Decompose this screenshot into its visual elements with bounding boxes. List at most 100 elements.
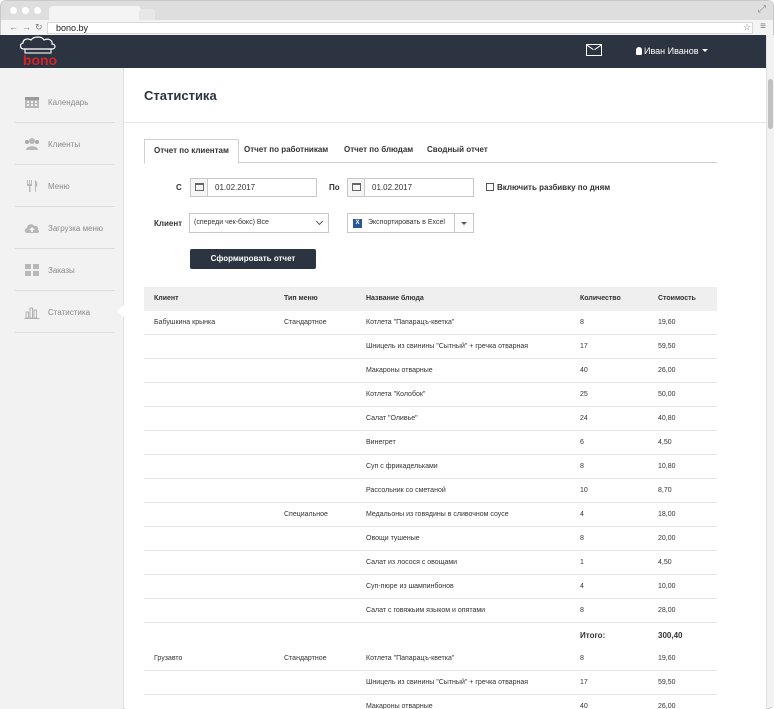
from-date-field[interactable]: 01.02.2017	[190, 178, 317, 197]
cell-cost: 26,00	[658, 703, 676, 709]
sidebar-item-calendar[interactable]: Календарь	[15, 81, 115, 123]
browser-nav-icons[interactable]: ←→↻	[9, 22, 47, 33]
cell-quantity: 17	[580, 679, 588, 686]
cell-cost: 10,80	[658, 463, 676, 470]
minimize-window-dot[interactable]	[22, 7, 29, 14]
total-row: Итого: 300,40	[144, 623, 717, 647]
cell-cost: 40,80	[658, 415, 676, 422]
client-select[interactable]: (спереди чек-бокс) Все	[189, 213, 329, 233]
table-row: Котлета "Колобок" 25 50,00	[144, 383, 717, 407]
sidebar-item-menu-upload[interactable]: Загрузка меню	[15, 207, 115, 249]
cell-cost: 4,50	[658, 439, 672, 446]
cell-quantity: 10	[580, 487, 588, 494]
cell-cost: 19,60	[658, 655, 676, 662]
page-title: Статистика	[144, 88, 217, 103]
mail-icon[interactable]	[586, 44, 602, 56]
cell-cost: 59,50	[658, 343, 676, 350]
cell-quantity: 24	[580, 415, 588, 422]
chevron-down-icon	[315, 217, 324, 226]
column-header-cost[interactable]: Стоимость	[658, 295, 696, 302]
table-row: Салат "Оливье" 24 40,80	[144, 407, 717, 431]
cell-quantity: 4	[580, 583, 584, 590]
user-menu[interactable]: Иван Иванов	[636, 46, 708, 56]
browser-tab[interactable]	[49, 6, 141, 20]
cell-dish: Салат из лосося с овощами	[366, 559, 458, 566]
cell-quantity: 40	[580, 367, 588, 374]
calendar-icon[interactable]	[191, 179, 208, 196]
sidebar-item-statistics[interactable]: Статистика	[15, 291, 115, 333]
daily-split-label: Включить разбивку по дням	[497, 183, 611, 192]
new-tab-button[interactable]	[139, 9, 155, 20]
table-row: Макароны отварные 40 26,00	[144, 695, 717, 709]
sidebar-item-menu[interactable]: Меню	[15, 165, 115, 207]
cell-quantity: 1	[580, 559, 584, 566]
bono-logo[interactable]: bono	[12, 35, 68, 68]
table-row: Бабушкина крынка Стандартное Котлета "Папа…	[144, 311, 717, 335]
export-label: Экспортировать в Excel	[368, 219, 445, 226]
cell-dish: Овощи тушеные	[366, 535, 420, 542]
table-row: Салат из лосося с овощами 1 4,50	[144, 551, 717, 575]
cell-dish: Суп-пюре из шампинбонов	[366, 583, 454, 590]
table-row: Грузавто Стандартное Котлета "Папарацъ-кве…	[144, 647, 717, 671]
table-row: Шницель из свинины "Сытный" + гречка отв…	[144, 335, 717, 359]
column-header-quantity[interactable]: Количество	[580, 295, 621, 302]
sidebar-item-orders[interactable]: Заказы	[15, 249, 115, 291]
cell-cost: 10,00	[658, 583, 676, 590]
fullscreen-icon[interactable]: ⤢	[758, 4, 766, 15]
sidebar-item-label: Меню	[48, 182, 70, 191]
cell-dish: Макароны отварные	[366, 703, 433, 709]
cell-cost: 4,50	[658, 559, 672, 566]
cell-cost: 28,00	[658, 607, 676, 614]
generate-report-button[interactable]: Сформировать отчет	[190, 249, 316, 269]
page-scrollbar[interactable]	[766, 35, 774, 707]
cell-quantity: Итого:	[580, 631, 606, 640]
scrollbar-thumb[interactable]	[768, 79, 773, 129]
column-header-client[interactable]: Клиент	[154, 295, 179, 302]
cell-dish: Суп с фрикадельками	[366, 463, 438, 470]
daily-split-checkbox[interactable]	[486, 183, 494, 191]
address-bar[interactable]: bono.by	[47, 22, 753, 34]
cell-quantity: 8	[580, 655, 584, 662]
cell-quantity: 4	[580, 511, 584, 518]
export-excel-button[interactable]: X Экспортировать в Excel	[347, 213, 474, 233]
table-header: Клиент Тип меню Название блюда Количеств…	[144, 287, 717, 311]
table-row: Салат с говяжьим языком и опятами 8 28,00	[144, 599, 717, 623]
table-row: Макароны отварные 40 26,00	[144, 359, 717, 383]
table-row: Суп с фрикадельками 8 10,80	[144, 455, 717, 479]
close-window-dot[interactable]	[10, 7, 17, 14]
cell-dish: Винегрет	[366, 439, 396, 446]
cloud-upload-icon	[24, 224, 40, 233]
tab-employees-report[interactable]: Отчет по работникам	[235, 139, 337, 163]
tab-clients-report[interactable]: Отчет по клиентам	[144, 139, 239, 164]
title-divider	[125, 122, 766, 123]
table-row: Шницель из свинины "Сытный" + гречка отв…	[144, 671, 717, 695]
cell-cost: 300,40	[658, 631, 683, 640]
sidebar-item-label: Заказы	[48, 266, 75, 275]
to-label: По	[329, 183, 340, 192]
browser-menu-icon[interactable]: ≡	[760, 21, 766, 32]
column-header-dish[interactable]: Название блюда	[366, 295, 424, 302]
table-row: Специальное Медальоны из говядины в сливо…	[144, 503, 717, 527]
main-content: Статистика Отчет по клиентам Отчет по ра…	[125, 68, 766, 709]
cell-dish: Шницель из свинины "Сытный" + гречка отв…	[366, 343, 529, 350]
export-dropdown-toggle[interactable]	[454, 214, 473, 232]
cell-cost: 19,60	[658, 319, 676, 326]
cell-dish: Салат "Оливье"	[366, 415, 418, 422]
to-date-field[interactable]: 01.02.2017	[347, 178, 474, 197]
sidebar-item-label: Загрузка меню	[48, 224, 103, 233]
bookmark-star-icon[interactable]: ☆	[743, 22, 751, 33]
app-header: bono Иван Иванов	[0, 35, 766, 68]
cell-dish: Рассольник со сметаной	[366, 487, 446, 494]
cell-client: Бабушкина крынка	[154, 319, 216, 326]
sidebar-item-clients[interactable]: Клиенты	[15, 123, 115, 165]
column-header-menu-type[interactable]: Тип меню	[284, 295, 318, 302]
maximize-window-dot[interactable]	[34, 7, 41, 14]
cell-dish: Шницель из свинины "Сытный" + гречка отв…	[366, 679, 529, 686]
tab-dishes-report[interactable]: Отчет по блюдам	[335, 139, 422, 163]
cell-menu-type: Стандартное	[284, 319, 327, 326]
cell-menu-type: Специальное	[284, 511, 328, 518]
tab-summary-report[interactable]: Сводный отчет	[418, 139, 497, 163]
calendar-icon[interactable]	[348, 179, 365, 196]
window-controls	[10, 7, 41, 14]
cell-quantity: 8	[580, 319, 584, 326]
